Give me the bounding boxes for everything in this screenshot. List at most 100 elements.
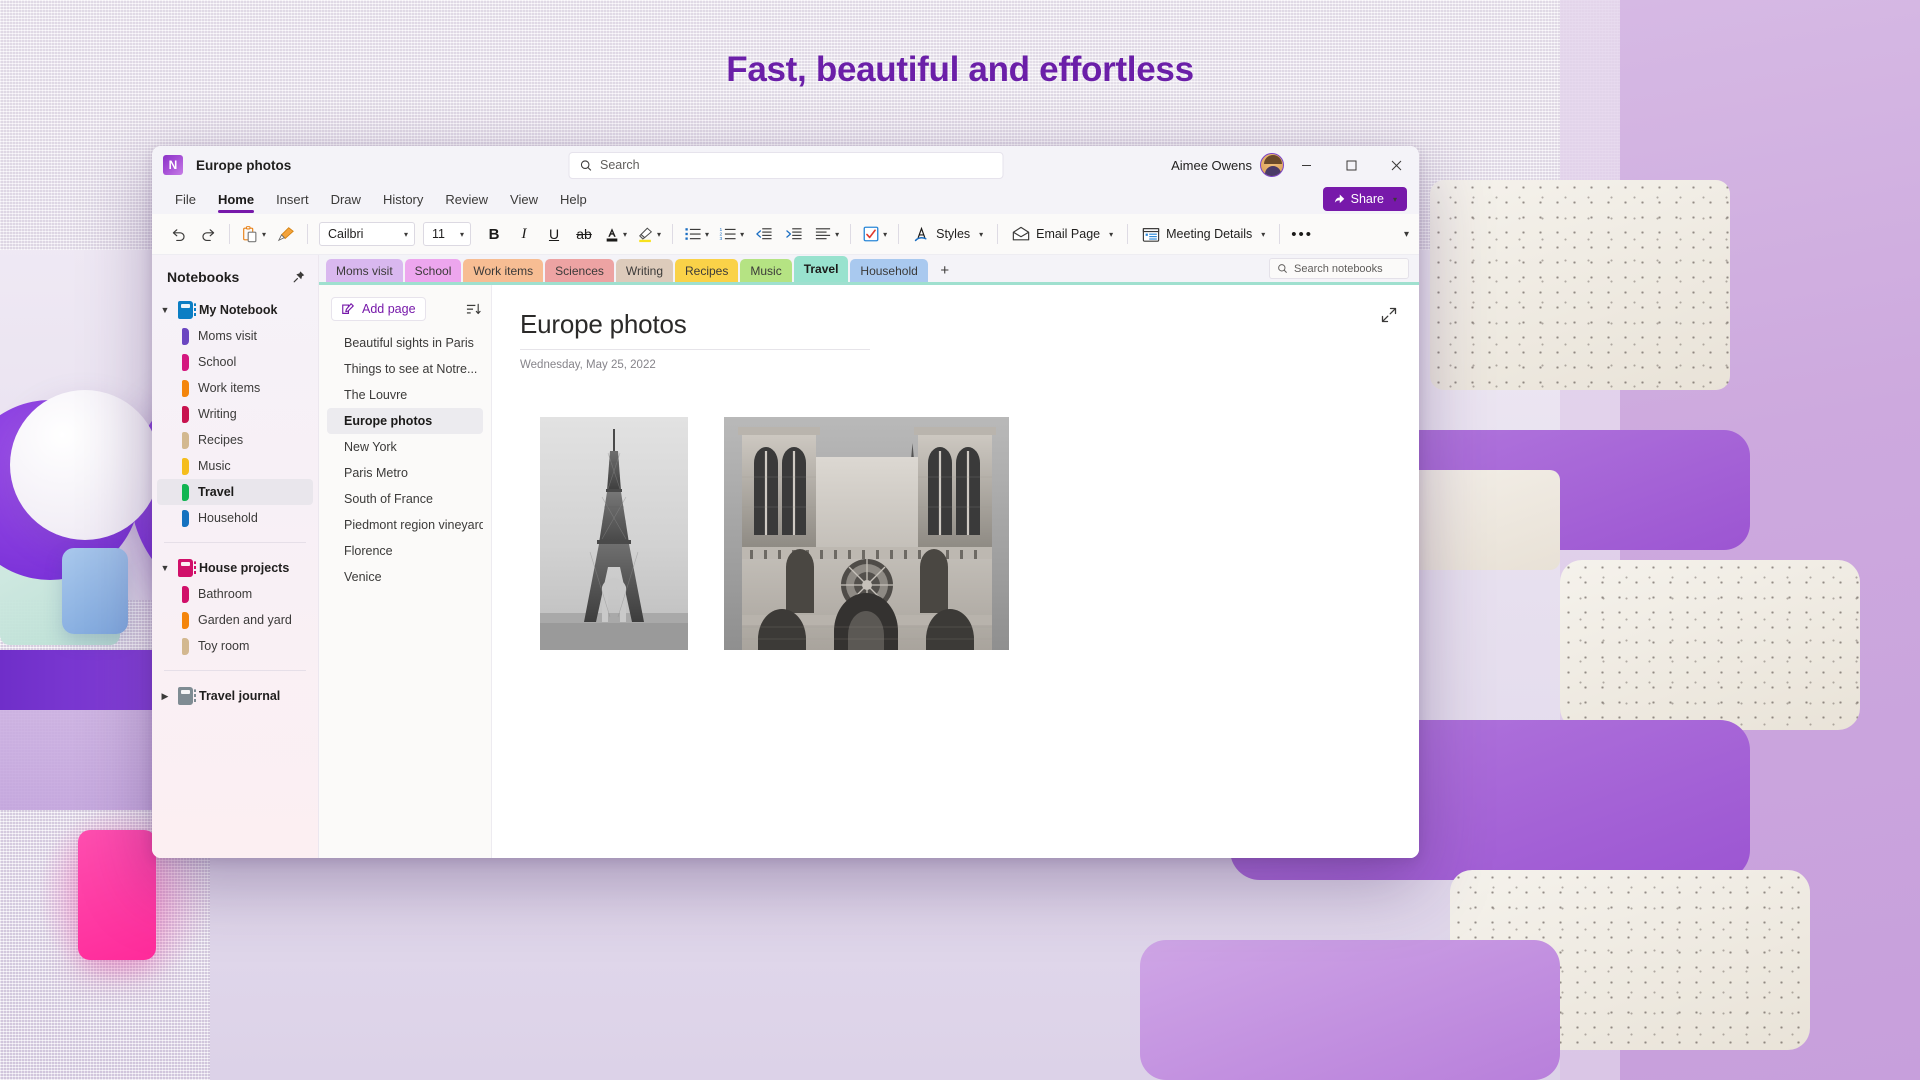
page-title[interactable]: Europe photos (520, 309, 870, 350)
section-tab-moms-visit[interactable]: Moms visit (326, 259, 403, 282)
paste-icon (243, 226, 257, 243)
page-item-europe-photos[interactable]: Europe photos (327, 408, 483, 434)
pin-icon[interactable] (292, 270, 306, 284)
page-item-florence[interactable]: Florence (327, 538, 483, 564)
styles-button[interactable]: Styles ▾ (906, 220, 990, 248)
eiffel-tower-photo[interactable] (540, 417, 688, 650)
menu-item-home[interactable]: Home (209, 189, 263, 213)
maximize-button[interactable] (1329, 146, 1374, 184)
global-search-box[interactable]: Search (568, 151, 1003, 179)
menu-item-history[interactable]: History (374, 189, 432, 210)
section-tab-music[interactable]: Music (740, 259, 792, 282)
undo-button[interactable] (164, 220, 192, 248)
paste-button[interactable]: ▾ (237, 220, 270, 248)
menu-item-insert[interactable]: Insert (267, 189, 318, 210)
page-item-piedmont-region-vineyards[interactable]: Piedmont region vineyards (327, 512, 483, 538)
menu-item-file[interactable]: File (166, 189, 205, 210)
section-tab-household[interactable]: Household (850, 259, 928, 282)
font-color-button[interactable]: ▾ (600, 220, 631, 248)
expand-icon[interactable] (1381, 307, 1397, 323)
sidebar-section-work-items[interactable]: Work items (157, 375, 313, 401)
bulleted-list-button[interactable]: ▾ (680, 220, 713, 248)
todo-tag-button[interactable]: ▾ (858, 220, 891, 248)
add-section-button[interactable]: + (930, 259, 960, 282)
add-page-button[interactable]: Add page (331, 297, 426, 321)
page-canvas[interactable]: Europe photos Wednesday, May 25, 2022 (492, 285, 1419, 858)
notebooks-sidebar: Notebooks ▼ My Notebook Moms visit Schoo… (152, 255, 319, 858)
font-name-select[interactable]: Cailbri ▾ (319, 222, 416, 246)
page-date[interactable]: Wednesday, May 25, 2022 (520, 359, 1383, 371)
meeting-details-button[interactable]: Meeting Details ▾ (1135, 220, 1272, 248)
page-item-beautiful-sights-in-paris[interactable]: Beautiful sights in Paris (327, 330, 483, 356)
menu-item-review[interactable]: Review (436, 189, 497, 210)
font-size-select[interactable]: 11 ▾ (423, 222, 472, 246)
notebook-search-box[interactable]: Search notebooks (1269, 258, 1409, 279)
minimize-button[interactable] (1284, 146, 1329, 184)
chevron-down-icon: ▾ (404, 229, 409, 239)
menu-item-view[interactable]: View (501, 189, 547, 210)
sidebar-section-bathroom[interactable]: Bathroom (157, 581, 313, 607)
section-label: Garden and yard (198, 613, 292, 627)
format-painter-button[interactable] (272, 220, 300, 248)
section-tab-travel[interactable]: Travel (793, 256, 849, 282)
notebook-header-house-projects[interactable]: ▼ House projects (152, 555, 318, 581)
background-speckled-tile (1430, 180, 1730, 390)
window-title: Europe photos (196, 157, 292, 173)
strikethrough-button[interactable]: ab (570, 220, 598, 248)
increase-indent-icon (786, 228, 802, 240)
notebook-header-travel-journal[interactable]: ▶ Travel journal (152, 683, 318, 709)
highlight-button[interactable]: ▾ (633, 220, 665, 248)
page-item-things-to-see-at-notre[interactable]: Things to see at Notre... (327, 356, 483, 382)
section-tab-work-items[interactable]: Work items (463, 259, 544, 282)
add-page-label: Add page (362, 302, 416, 316)
section-tab-sciences[interactable]: Sciences (545, 259, 614, 282)
increase-indent-button[interactable] (780, 220, 808, 248)
chevron-down-icon[interactable]: ▼ (158, 305, 172, 315)
page-item-venice[interactable]: Venice (327, 564, 483, 590)
sort-icon[interactable] (466, 302, 481, 317)
section-tab-writing[interactable]: Writing (615, 259, 673, 282)
page-item-paris-metro[interactable]: Paris Metro (327, 460, 483, 486)
align-button[interactable]: ▾ (810, 220, 843, 248)
sidebar-section-toy-room[interactable]: Toy room (157, 633, 313, 659)
section-color-swatch (182, 457, 189, 475)
menu-item-help[interactable]: Help (551, 189, 596, 210)
redo-button[interactable] (194, 220, 222, 248)
italic-button[interactable]: I (510, 220, 538, 248)
sidebar-section-household[interactable]: Household (157, 505, 313, 531)
section-label: Moms visit (198, 329, 258, 343)
page-item-south-of-france[interactable]: South of France (327, 486, 483, 512)
sidebar-section-garden-and-yard[interactable]: Garden and yard (157, 607, 313, 633)
underline-button[interactable]: U (540, 220, 568, 248)
section-tab-recipes[interactable]: Recipes (675, 259, 739, 282)
notebook-name: My Notebook (199, 303, 278, 317)
section-label: Toy room (198, 639, 250, 653)
email-page-button[interactable]: Email Page ▾ (1005, 220, 1120, 248)
chevron-down-icon[interactable]: ▼ (158, 563, 172, 573)
sidebar-section-music[interactable]: Music (157, 453, 313, 479)
close-button[interactable] (1374, 146, 1419, 184)
share-button[interactable]: Share ▾ (1322, 187, 1407, 211)
page-list: Beautiful sights in Paris Things to see … (319, 330, 491, 590)
sidebar-divider (164, 542, 306, 543)
page-item-new-york[interactable]: New York (327, 434, 483, 460)
menu-item-draw[interactable]: Draw (322, 189, 370, 210)
notebook-header-my-notebook[interactable]: ▼ My Notebook (152, 297, 318, 323)
chevron-down-icon: ▾ (460, 229, 465, 239)
numbered-list-button[interactable]: 1 2 3 ▾ (715, 220, 748, 248)
notre-dame-photo[interactable] (724, 417, 1009, 650)
sidebar-section-travel[interactable]: Travel (157, 479, 313, 505)
sidebar-section-moms-visit[interactable]: Moms visit (157, 323, 313, 349)
ribbon-expand-button[interactable]: ▾ (1404, 229, 1409, 240)
section-tab-school[interactable]: School (404, 259, 462, 282)
ribbon-overflow-button[interactable]: ••• (1287, 220, 1317, 248)
sidebar-section-school[interactable]: School (157, 349, 313, 375)
avatar[interactable] (1260, 153, 1284, 177)
chevron-right-icon[interactable]: ▶ (158, 691, 172, 702)
window-body: Notebooks ▼ My Notebook Moms visit Schoo… (152, 255, 1419, 858)
decrease-indent-button[interactable] (750, 220, 778, 248)
sidebar-section-writing[interactable]: Writing (157, 401, 313, 427)
sidebar-section-recipes[interactable]: Recipes (157, 427, 313, 453)
bold-button[interactable]: B (480, 220, 508, 248)
page-item-the-louvre[interactable]: The Louvre (327, 382, 483, 408)
